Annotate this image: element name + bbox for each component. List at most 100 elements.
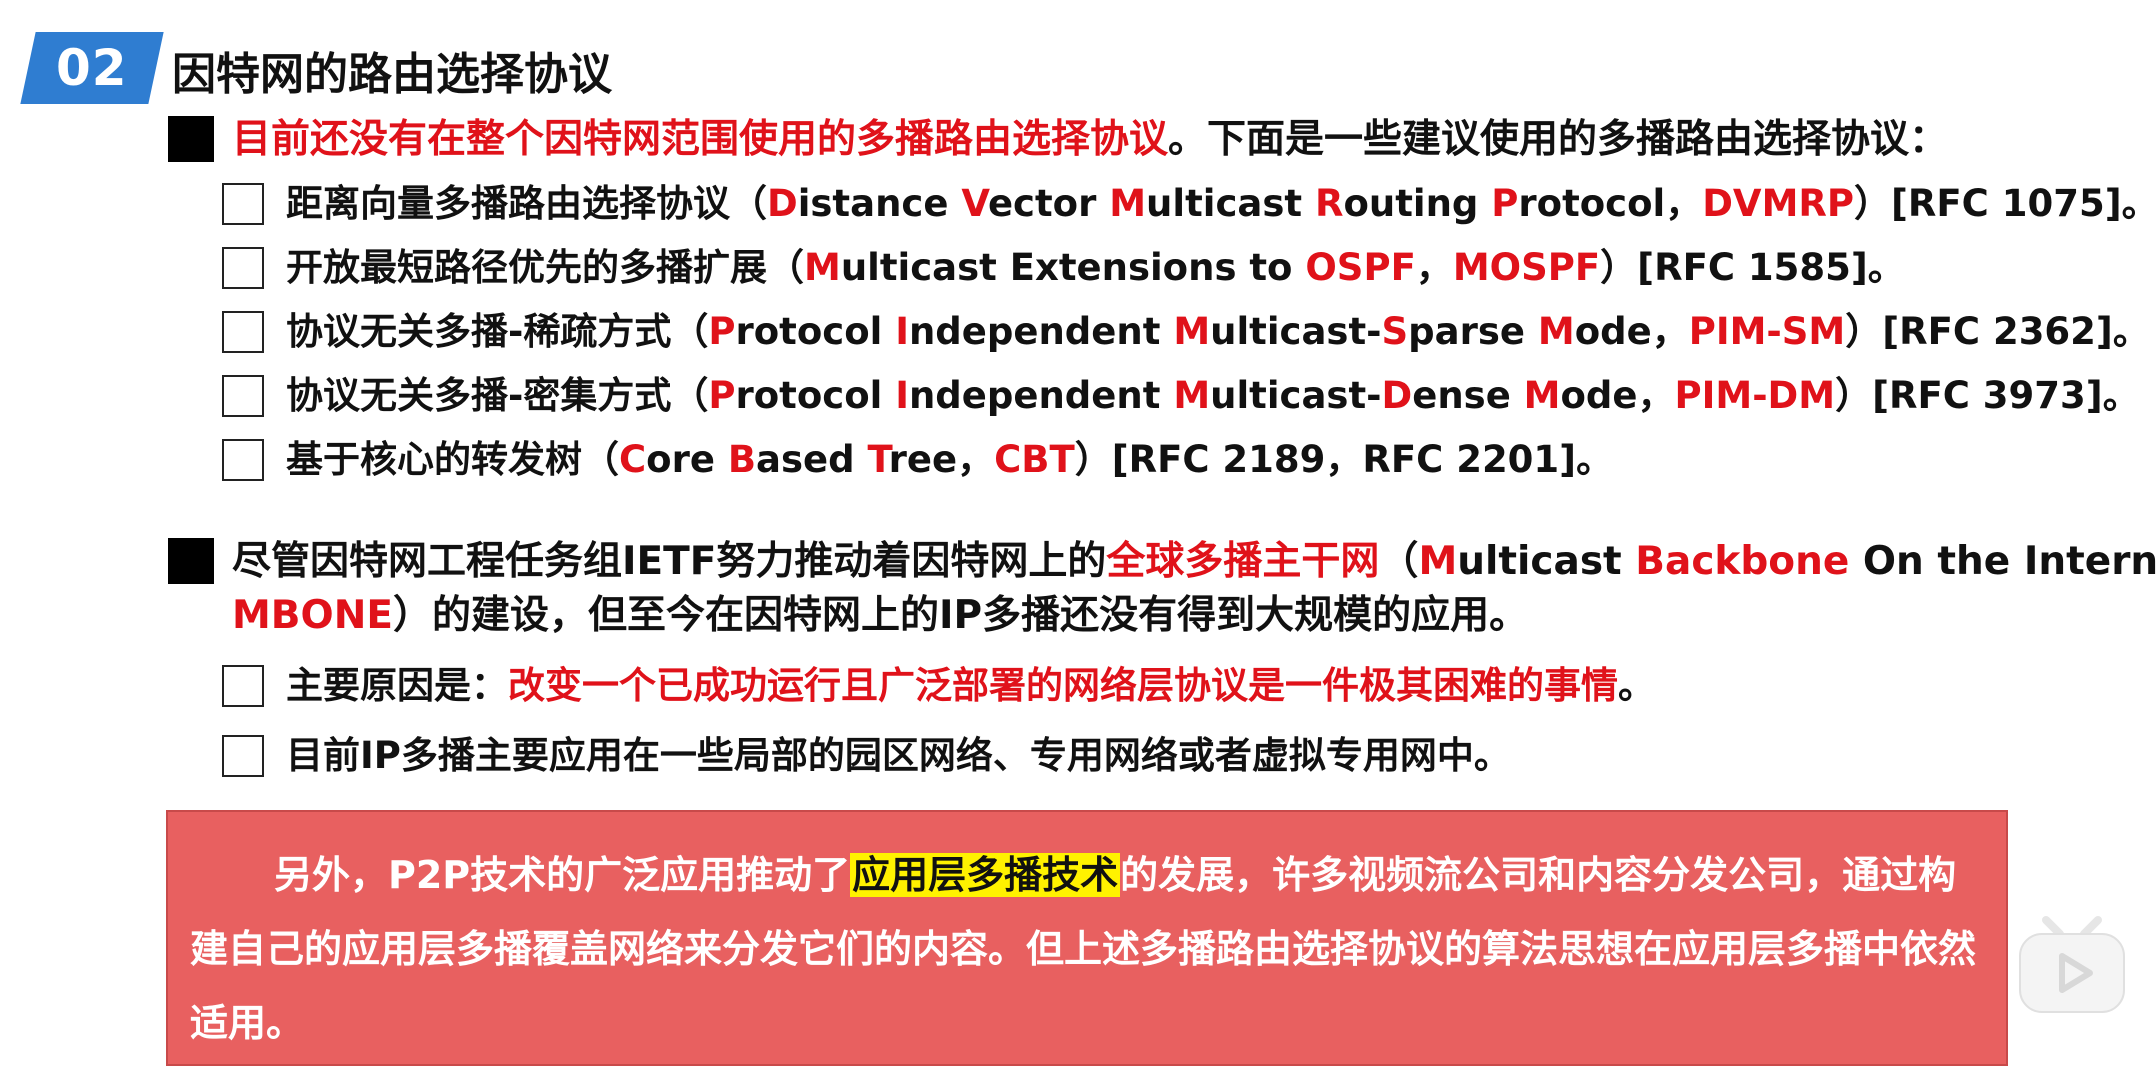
reason-item-1: 主要原因是：改变一个已成功运行且广泛部署的网络层协议是一件极其困难的事情。 <box>222 662 1655 710</box>
initial: P <box>1491 182 1519 225</box>
checkbox-icon <box>222 665 264 707</box>
initial: OSPF <box>1305 246 1416 289</box>
initial: V <box>961 182 988 225</box>
word: ， <box>1415 246 1453 289</box>
protocol-abbr: CBT <box>994 438 1075 481</box>
initial: M <box>1173 310 1211 353</box>
initial: B <box>727 438 757 481</box>
protocol-name: 协议无关多播-稀疏方式（ <box>286 310 709 353</box>
reason-red: 改变一个已成功运行且广泛部署的网络层协议是一件极其困难的事情 <box>508 664 1618 707</box>
word: ense <box>1412 374 1524 417</box>
word: ased <box>756 438 868 481</box>
reason-text: 主要原因是：改变一个已成功运行且广泛部署的网络层协议是一件极其困难的事情。 <box>286 662 1655 710</box>
word: ndependent <box>908 310 1174 353</box>
protocol-abbr: PIM-SM <box>1688 310 1846 353</box>
note-box: 另外，P2P技术的广泛应用推动了应用层多播技术的发展，许多视频流公司和内容分发公… <box>166 810 2008 1066</box>
bullet-1-red: 目前还没有在整个因特网范围使用的多播路由选择协议 <box>232 117 1169 162</box>
initial: I <box>895 374 909 417</box>
word: parse <box>1408 310 1538 353</box>
initial: M <box>804 246 841 289</box>
protocol-name: 基于核心的转发树（ <box>286 438 619 481</box>
initial: R <box>1314 182 1344 225</box>
initial: M <box>1523 374 1561 417</box>
initial: M <box>1109 182 1147 225</box>
word: ulticast- <box>1210 374 1382 417</box>
protocol-ref: ）[RFC 2362]。 <box>1845 310 2150 353</box>
word: rotocol <box>735 310 896 353</box>
reason-text: 目前IP多播主要应用在一些局部的园区网络、专用网络或者虚拟专用网中。 <box>286 734 1511 777</box>
protocol-ref: ）[RFC 1075]。 <box>1854 182 2156 225</box>
checkbox-icon <box>222 247 264 289</box>
protocol-item-mospf: 开放最短路径优先的多播扩展（Multicast Extensions to OS… <box>222 244 1905 292</box>
page-title: 因特网的路由选择协议 <box>172 49 612 100</box>
bullet-2: 尽管因特网工程任务组IETF努力推动着因特网上的全球多播主干网（Multicas… <box>168 536 2156 588</box>
protocol-item-pim-dm: 协议无关多播-密集方式（Protocol Independent Multica… <box>222 372 2140 420</box>
word: ackbone <box>1665 539 1850 584</box>
protocol-item-cbt: 基于核心的转发树（Core Based Tree，CBT）[RFC 2189，R… <box>222 436 1613 484</box>
initial: I <box>895 310 909 353</box>
initial: M <box>1418 539 1458 584</box>
reason-label: 主要原因是： <box>286 664 508 707</box>
word: ode， <box>1574 310 1689 353</box>
initial: D <box>767 182 798 225</box>
square-bullet-icon <box>168 116 214 162</box>
initial: B <box>1635 539 1665 584</box>
word: ndependent <box>908 374 1174 417</box>
initial: M <box>1537 310 1575 353</box>
word: ode， <box>1560 374 1675 417</box>
word: On the Internet， <box>1862 539 2156 584</box>
protocol-abbr: DVMRP <box>1702 182 1854 225</box>
protocol-name: 距离向量多播路由选择协议（ <box>286 182 767 225</box>
checkbox-icon <box>222 735 264 777</box>
text: 。 <box>1618 664 1655 707</box>
initial: C <box>619 438 647 481</box>
checkbox-icon <box>222 311 264 353</box>
initial: P <box>708 310 736 353</box>
text: （ <box>1379 539 1419 584</box>
initial: D <box>1381 374 1413 417</box>
checkbox-icon <box>222 183 264 225</box>
protocol-text: 基于核心的转发树（Core Based Tree，CBT）[RFC 2189，R… <box>286 436 1613 484</box>
note-highlight: 应用层多播技术 <box>850 853 1121 897</box>
protocol-text: 距离向量多播路由选择协议（Distance Vector Multicast R… <box>286 180 2156 228</box>
section-number: 02 <box>56 39 128 97</box>
bullet-1-text: 目前还没有在整个因特网范围使用的多播路由选择协议。下面是一些建议使用的多播路由选… <box>232 114 1948 166</box>
word: ulticast- <box>1210 310 1382 353</box>
protocol-ref: ）[RFC 1585]。 <box>1600 246 1905 289</box>
protocol-ref: ）[RFC 2189，RFC 2201]。 <box>1074 438 1614 481</box>
word: rotocol <box>735 374 896 417</box>
mbone-abbr: MBONE <box>232 593 393 638</box>
initial: T <box>867 438 889 481</box>
word: outing <box>1343 182 1492 225</box>
play-icon[interactable] <box>2016 912 2128 1016</box>
initial: M <box>1173 374 1211 417</box>
text: ）的建设，但至今在因特网上的IP多播还没有得到大规模的应用。 <box>392 593 1529 638</box>
bullet-1-black: 。下面是一些建议使用的多播路由选择协议： <box>1168 117 1949 162</box>
protocol-name: 开放最短路径优先的多播扩展（ <box>286 246 804 289</box>
word: ector <box>987 182 1110 225</box>
initial: P <box>708 374 736 417</box>
word: ulticast <box>1457 539 1636 584</box>
protocol-abbr: PIM-DM <box>1674 374 1836 417</box>
reason-item-2: 目前IP多播主要应用在一些局部的园区网络、专用网络或者虚拟专用网中。 <box>222 732 1511 780</box>
section-badge: 02 <box>20 32 164 104</box>
protocol-text: 协议无关多播-稀疏方式（Protocol Independent Multica… <box>286 308 2150 356</box>
bullet-2-line-2: MBONE）的建设，但至今在因特网上的IP多播还没有得到大规模的应用。 <box>232 590 1528 642</box>
protocol-text: 开放最短路径优先的多播扩展（Multicast Extensions to OS… <box>286 244 1905 292</box>
protocol-name: 协议无关多播-密集方式（ <box>286 374 709 417</box>
square-bullet-icon <box>168 538 214 584</box>
protocol-ref: ）[RFC 3973]。 <box>1835 374 2140 417</box>
word: ulticast Extensions to <box>840 246 1306 289</box>
word: ulticast <box>1146 182 1315 225</box>
protocol-item-dvmrp: 距离向量多播路由选择协议（Distance Vector Multicast R… <box>222 180 2156 228</box>
highlight-red: 全球多播主干网 <box>1106 539 1380 584</box>
protocol-abbr: MOSPF <box>1452 246 1601 289</box>
note-text: 另外，P2P技术的广泛应用推动了 <box>274 853 851 897</box>
checkbox-icon <box>222 375 264 417</box>
word: ore <box>646 438 728 481</box>
word: ree， <box>888 438 995 481</box>
checkbox-icon <box>222 439 264 481</box>
text: 尽管因特网工程任务组IETF努力推动着因特网上的 <box>232 539 1107 584</box>
word: istance <box>797 182 962 225</box>
slide: 02 因特网的路由选择协议 目前还没有在整个因特网范围使用的多播路由选择协议。下… <box>0 0 2156 1090</box>
